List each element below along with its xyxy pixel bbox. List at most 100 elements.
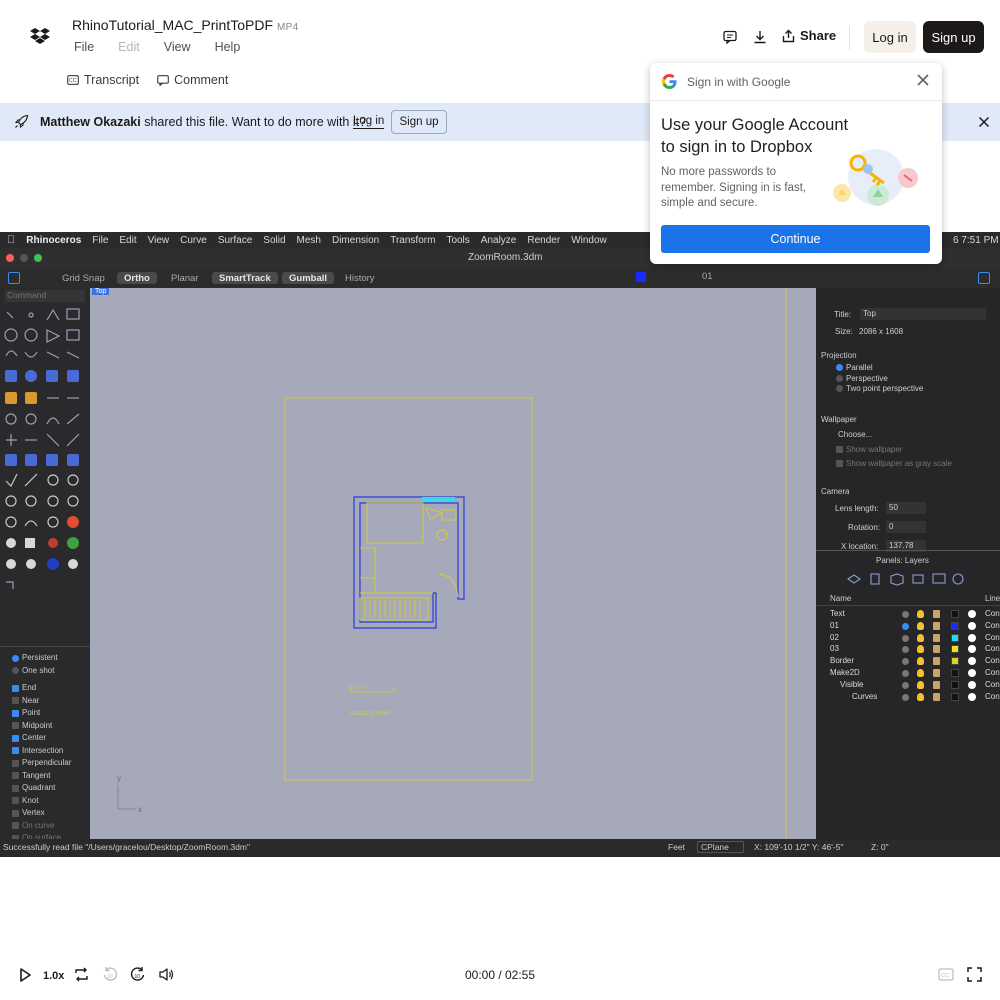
menu-help[interactable]: Help: [215, 40, 241, 54]
google-popup-header-text: Sign in with Google: [687, 75, 791, 89]
layer-row: Border Con: [816, 656, 1000, 667]
checkbox: [12, 759, 19, 767]
snap-mode-persistent: Persistent: [12, 652, 71, 665]
layer-row: Text Con: [816, 609, 1000, 620]
layer-visible-dot: [902, 646, 909, 654]
window-min-dot: [20, 254, 28, 262]
layer-name: 03: [830, 644, 839, 654]
video-frame[interactable]:  Rhinoceros File Edit View Curve Surfac…: [0, 232, 1000, 857]
captions-icon: CC: [938, 968, 954, 981]
layer-bulb-icon: [917, 645, 924, 654]
menu-view[interactable]: View: [164, 40, 191, 54]
layer-lock-icon: [933, 610, 940, 618]
signup-button[interactable]: Sign up: [923, 21, 984, 53]
header-divider: [849, 26, 850, 50]
banner-close-icon[interactable]: [977, 115, 991, 129]
layer-color-swatch: [636, 272, 646, 282]
layers-panel-title: Panels: Layers: [876, 556, 929, 565]
mac-menu-app: Rhinoceros: [18, 234, 81, 246]
google-continue-button[interactable]: Continue: [661, 225, 930, 253]
checkbox: [12, 784, 19, 792]
google-close-icon[interactable]: [916, 73, 930, 87]
checkbox: [836, 460, 843, 467]
layer-linetype: Con: [985, 679, 1000, 689]
layer-row: Curves Con: [816, 692, 1000, 703]
osnap-center: Center: [12, 732, 71, 745]
comment-tab-icon: [157, 74, 169, 86]
fullscreen-icon[interactable]: [967, 967, 982, 982]
osnap-knot: Knot: [12, 795, 71, 808]
svg-text:CC: CC: [941, 973, 949, 979]
comment-tab[interactable]: Comment: [157, 73, 228, 87]
layer-visible-dot: [902, 670, 909, 677]
mac-menu-item: Mesh: [288, 234, 321, 246]
status-z: Z: 0": [871, 842, 889, 852]
transcript-tab[interactable]: CC Transcript: [67, 73, 139, 87]
prop-title-label: Title:: [834, 310, 852, 319]
layer-visible-dot: [902, 681, 909, 689]
layer-visible-dot: [902, 634, 909, 642]
layer-color-swatch: [951, 669, 959, 677]
checkbox: [12, 747, 19, 755]
doc-title: ZoomRoom.3dm: [468, 252, 543, 263]
radio: [836, 375, 843, 382]
projection-heading: Projection: [821, 351, 857, 360]
layer-visible-dot: [902, 622, 909, 630]
layer-color-swatch: [951, 621, 959, 630]
banner-login-link[interactable]: Log in: [353, 114, 385, 129]
share-icon: [782, 29, 795, 42]
mac-menu-item: Edit: [111, 234, 136, 246]
layer-material-dot: [968, 657, 976, 666]
layer-color-swatch: [951, 657, 959, 666]
dropbox-logo-icon[interactable]: [30, 26, 50, 46]
osnap-tangent: Tangent: [12, 770, 71, 783]
window-zoom-dot: [34, 254, 42, 262]
sidebar-toggle-icon: [8, 272, 20, 284]
lens-field: 50: [886, 502, 926, 514]
rhino-status-bar: Successfully read file "/Users/gracelou/…: [0, 839, 1000, 857]
panel-divider: [816, 550, 1000, 551]
layer-bulb-icon: [917, 692, 924, 701]
mac-menu-item: File: [84, 234, 108, 246]
mac-menu-item: Tools: [438, 234, 469, 246]
layer-lock-icon: [933, 657, 940, 666]
file-name: RhinoTutorial_MAC_PrintToPDF: [72, 17, 273, 33]
download-icon[interactable]: [750, 27, 770, 47]
lens-label: Lens length:: [835, 504, 879, 513]
mac-menu-item: Transform: [381, 234, 435, 246]
radio: [836, 364, 843, 371]
layer-linetype: Con: [985, 691, 1000, 701]
layer-bulb-icon: [917, 621, 924, 630]
menu-file[interactable]: File: [74, 40, 94, 54]
layer-material-dot: [968, 692, 976, 701]
google-signin-popup: Sign in with Google Use your Google Acco…: [650, 63, 942, 264]
google-popup-body: No more passwords to remember. Signing i…: [661, 166, 807, 209]
osnap-quadrant: Quadrant: [12, 782, 71, 795]
osnap-vertex: Vertex: [12, 807, 71, 820]
menu-edit: Edit: [118, 40, 140, 54]
share-button[interactable]: Share: [782, 28, 836, 43]
google-popup-header: Sign in with Google: [650, 63, 942, 101]
banner-owner: Matthew Okazaki: [40, 115, 141, 129]
prop-size-value: 2086 x 1608: [859, 327, 904, 336]
layer-linetype: Con: [985, 644, 1000, 654]
history-toggle: History: [345, 272, 375, 284]
comment-icon[interactable]: [720, 27, 740, 47]
layer-visible-dot: [902, 693, 909, 701]
layer-lock-icon: [933, 680, 940, 689]
layer-bulb-icon: [917, 610, 924, 618]
osnap-midpoint: Midpoint: [12, 720, 71, 733]
layer-name: Make2D: [830, 668, 860, 677]
layer-color-swatch: [951, 692, 959, 701]
layer-lock-icon: [933, 692, 940, 701]
captions-icon: CC: [67, 75, 79, 85]
banner-signup-button[interactable]: Sign up: [391, 110, 447, 134]
keys-illustration-icon: [833, 149, 918, 206]
login-button[interactable]: Log in: [864, 21, 916, 53]
status-message: Successfully read file "/Users/gracelou/…: [3, 842, 250, 852]
floor-plan-drawing: 0 1 2 5 GRACE'S PLAN y x: [117, 288, 787, 839]
layer-bulb-icon: [917, 680, 924, 689]
checkbox: [836, 446, 843, 453]
mac-menu-item: Curve: [171, 234, 207, 246]
layer-linetype: Con: [985, 656, 1000, 666]
